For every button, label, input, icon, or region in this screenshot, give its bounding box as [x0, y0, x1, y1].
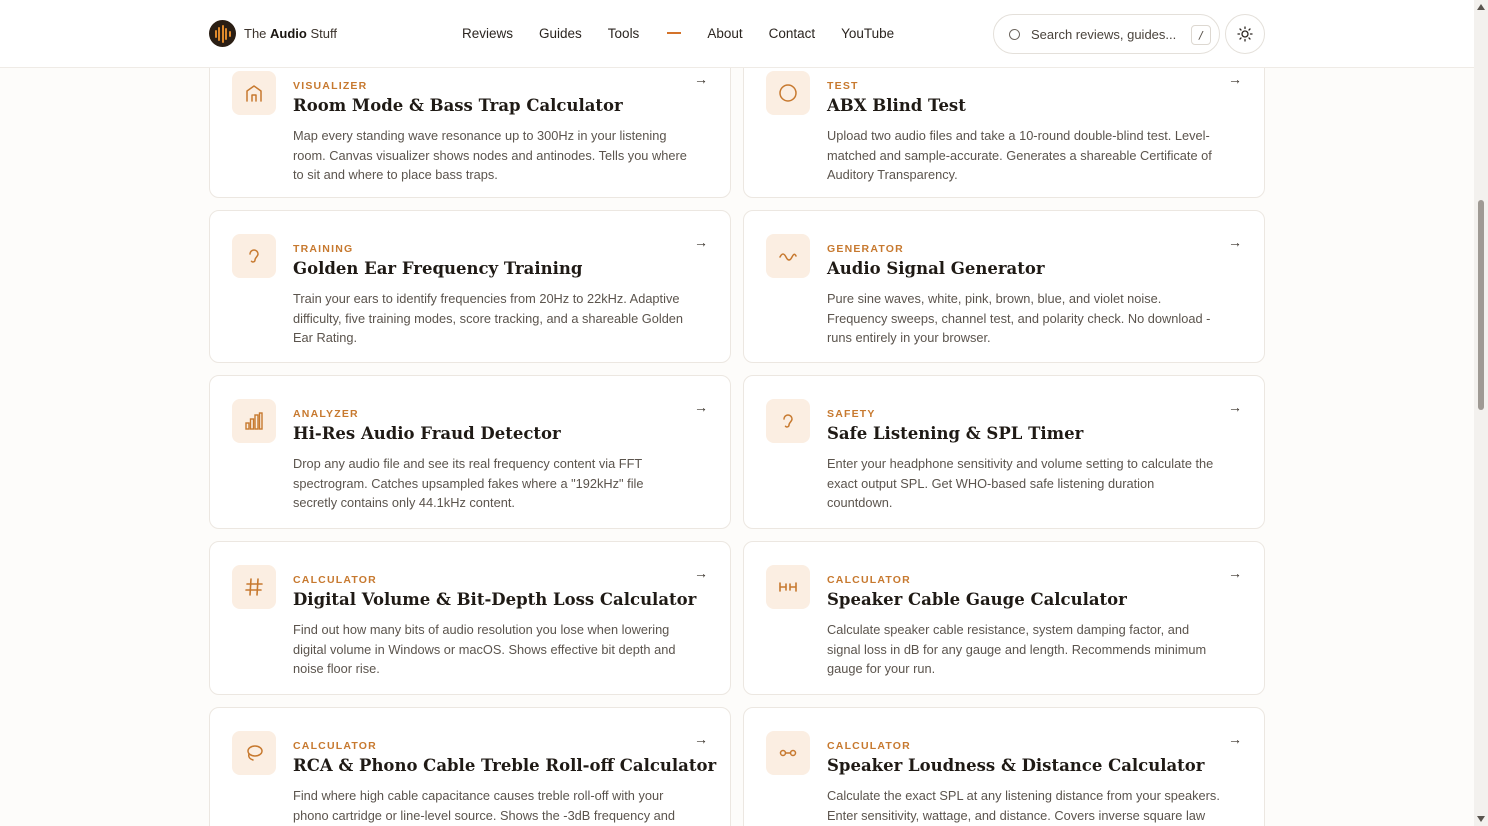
- tool-title: Speaker Loudness & Distance Calculator: [827, 756, 1205, 775]
- search-input[interactable]: [1031, 26, 1181, 42]
- tool-description: Drop any audio file and see its real fre…: [293, 456, 644, 510]
- lasso-icon: [232, 731, 276, 775]
- search-icon: [1009, 28, 1020, 40]
- tool-title: Safe Listening & SPL Timer: [827, 424, 1084, 443]
- tool-description: Calculate speaker cable resistance, syst…: [827, 622, 1207, 676]
- tool-category: CALCULATOR: [827, 574, 911, 586]
- tool-description: Find where high cable capacitance causes…: [293, 788, 675, 823]
- tool-title: Hi-Res Audio Fraud Detector: [293, 424, 561, 443]
- sun-icon: [1237, 26, 1253, 42]
- tool-description: Calculate the exact SPL at any listening…: [827, 788, 1220, 823]
- scroll-down-arrow-icon[interactable]: [1477, 816, 1485, 822]
- scrollbar-thumb[interactable]: [1478, 200, 1484, 410]
- tool-card[interactable]: ANALYZER Hi-Res Audio Fraud Detector Dro…: [209, 375, 731, 529]
- tool-title: RCA & Phono Cable Treble Roll-off Calcul…: [293, 756, 717, 775]
- arrow-right-icon: →: [694, 234, 708, 250]
- arrow-right-icon: →: [1228, 399, 1242, 415]
- vertical-scrollbar[interactable]: [1474, 0, 1488, 826]
- tool-card[interactable]: TEST ABX Blind Test Upload two audio fil…: [743, 47, 1265, 198]
- active-indicator: [667, 32, 682, 35]
- site-header: The Audio Stuff Reviews Guides Tools Abo…: [0, 0, 1474, 68]
- brand-name: The Audio Stuff: [244, 26, 337, 41]
- tool-title: Golden Ear Frequency Training: [293, 259, 583, 278]
- scroll-up-arrow-icon[interactable]: [1477, 4, 1485, 10]
- cable-icon: [766, 565, 810, 609]
- tool-description: Find out how many bits of audio resoluti…: [293, 622, 676, 676]
- arrow-right-icon: →: [694, 565, 708, 581]
- tool-card[interactable]: CALCULATOR Speaker Loudness & Distance C…: [743, 707, 1265, 826]
- circle-icon: [766, 71, 810, 115]
- room-icon: [232, 71, 276, 115]
- bar-chart-icon: [232, 399, 276, 443]
- tool-card[interactable]: CALCULATOR Speaker Cable Gauge Calculato…: [743, 541, 1265, 695]
- ear-icon: [766, 399, 810, 443]
- nav-about[interactable]: About: [707, 26, 742, 41]
- logo[interactable]: The Audio Stuff: [209, 20, 337, 47]
- tool-description: Map every standing wave resonance up to …: [293, 128, 687, 182]
- tool-description: Pure sine waves, white, pink, brown, blu…: [827, 291, 1211, 345]
- tool-category: CALCULATOR: [293, 740, 377, 752]
- main-nav: Reviews Guides Tools About Contact YouTu…: [462, 26, 920, 41]
- tool-category: SAFETY: [827, 408, 876, 420]
- tool-category: TRAINING: [293, 243, 354, 255]
- tool-title: ABX Blind Test: [827, 96, 966, 115]
- tool-title: Room Mode & Bass Trap Calculator: [293, 96, 623, 115]
- tool-description: Train your ears to identify frequencies …: [293, 291, 684, 345]
- nav-reviews[interactable]: Reviews: [462, 26, 513, 41]
- tool-category: CALCULATOR: [293, 574, 377, 586]
- tool-card[interactable]: GENERATOR Audio Signal Generator Pure si…: [743, 210, 1265, 363]
- arrow-right-icon: →: [1228, 234, 1242, 250]
- tool-card[interactable]: CALCULATOR Digital Volume & Bit-Depth Lo…: [209, 541, 731, 695]
- tool-title: Digital Volume & Bit-Depth Loss Calculat…: [293, 590, 697, 609]
- tool-category: ANALYZER: [293, 408, 359, 420]
- nav-youtube[interactable]: YouTube: [841, 26, 894, 41]
- arrow-right-icon: →: [1228, 565, 1242, 581]
- tool-title: Speaker Cable Gauge Calculator: [827, 590, 1127, 609]
- nav-guides[interactable]: Guides: [539, 26, 582, 41]
- tool-description: Enter your headphone sensitivity and vol…: [827, 456, 1214, 510]
- tool-category: TEST: [827, 80, 859, 92]
- search-box[interactable]: /: [993, 14, 1220, 54]
- hash-icon: [232, 565, 276, 609]
- wave-icon: [766, 234, 810, 278]
- tool-category: CALCULATOR: [827, 740, 911, 752]
- connector-icon: [766, 731, 810, 775]
- nav-tools[interactable]: Tools: [608, 26, 682, 41]
- arrow-right-icon: →: [1228, 731, 1242, 747]
- ear-icon: [232, 234, 276, 278]
- tool-category: GENERATOR: [827, 243, 904, 255]
- tool-card[interactable]: VISUALIZER Room Mode & Bass Trap Calcula…: [209, 47, 731, 198]
- arrow-right-icon: →: [694, 399, 708, 415]
- tool-title: Audio Signal Generator: [827, 259, 1045, 278]
- tool-category: VISUALIZER: [293, 80, 368, 92]
- nav-contact[interactable]: Contact: [769, 26, 816, 41]
- tool-card[interactable]: TRAINING Golden Ear Frequency Training T…: [209, 210, 731, 363]
- tool-card[interactable]: CALCULATOR RCA & Phono Cable Treble Roll…: [209, 707, 731, 826]
- arrow-right-icon: →: [694, 731, 708, 747]
- tool-description: Upload two audio files and take a 10-rou…: [827, 128, 1212, 182]
- theme-toggle-button[interactable]: [1225, 14, 1265, 54]
- tool-card[interactable]: SAFETY Safe Listening & SPL Timer Enter …: [743, 375, 1265, 529]
- arrow-right-icon: →: [1228, 71, 1242, 87]
- arrow-right-icon: →: [694, 71, 708, 87]
- logo-waveform-icon: [209, 20, 236, 47]
- search-shortcut-key: /: [1191, 25, 1211, 45]
